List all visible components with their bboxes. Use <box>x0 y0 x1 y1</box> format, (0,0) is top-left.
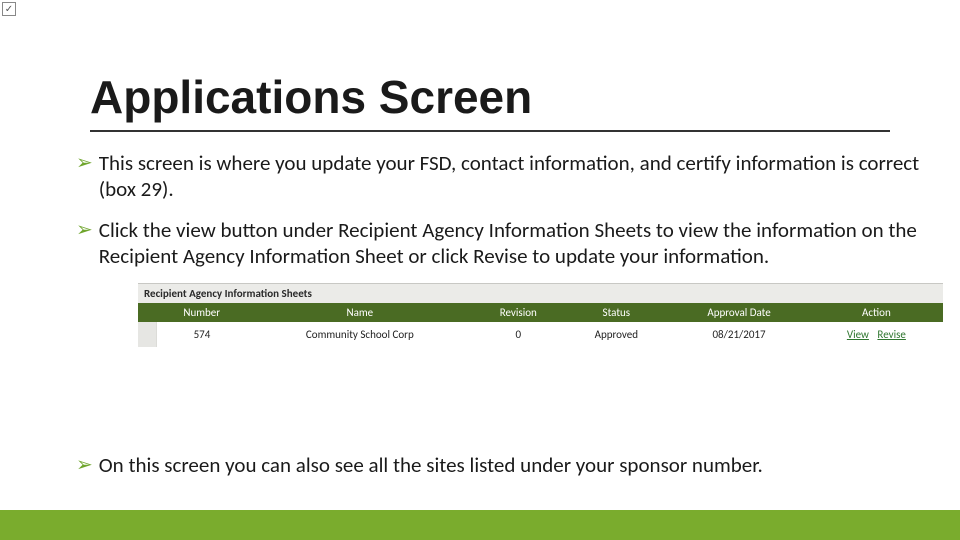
bullet-text: Click the view button under Recipient Ag… <box>99 217 930 270</box>
col-number: Number <box>156 303 247 322</box>
footer-bar <box>0 510 960 540</box>
page-title: Applications Screen <box>90 70 890 132</box>
chevron-right-icon: ➢ <box>76 150 93 177</box>
bullet-item: ➢ This screen is where you update your F… <box>90 150 930 203</box>
bullet-item: ➢ Click the view button under Recipient … <box>90 217 930 270</box>
body-content: ➢ This screen is where you update your F… <box>90 150 930 347</box>
revise-link[interactable]: Revise <box>877 328 905 341</box>
table-row: 574 Community School Corp 0 Approved 08/… <box>138 322 943 347</box>
bullet-item: ➢ On this screen you can also see all th… <box>90 452 930 479</box>
bullet-text: On this screen you can also see all the … <box>99 452 930 478</box>
checkbox-icon: ✓ <box>2 2 16 16</box>
col-name: Name <box>247 303 472 322</box>
col-action: Action <box>810 303 943 322</box>
table-header-row: Number Name Revision Status Approval Dat… <box>138 303 943 322</box>
chevron-right-icon: ➢ <box>76 452 93 479</box>
cell-action: View Revise <box>810 322 943 347</box>
chevron-right-icon: ➢ <box>76 217 93 244</box>
cell-number: 574 <box>156 322 247 347</box>
table-header-spacer <box>138 303 156 322</box>
info-sheets-panel: Recipient Agency Information Sheets Numb… <box>138 283 943 347</box>
cell-name: Community School Corp <box>247 322 472 347</box>
cell-approval-date: 08/21/2017 <box>668 322 809 347</box>
col-status: Status <box>564 303 668 322</box>
col-approval-date: Approval Date <box>668 303 809 322</box>
row-gutter <box>138 322 156 347</box>
cell-revision: 0 <box>472 322 564 347</box>
col-revision: Revision <box>472 303 564 322</box>
view-link[interactable]: View <box>847 328 869 341</box>
panel-caption: Recipient Agency Information Sheets <box>138 283 943 303</box>
cell-status: Approved <box>564 322 668 347</box>
info-sheets-table: Number Name Revision Status Approval Dat… <box>138 303 943 347</box>
bullet-text: This screen is where you update your FSD… <box>99 150 930 203</box>
body-content-after: ➢ On this screen you can also see all th… <box>90 452 930 493</box>
